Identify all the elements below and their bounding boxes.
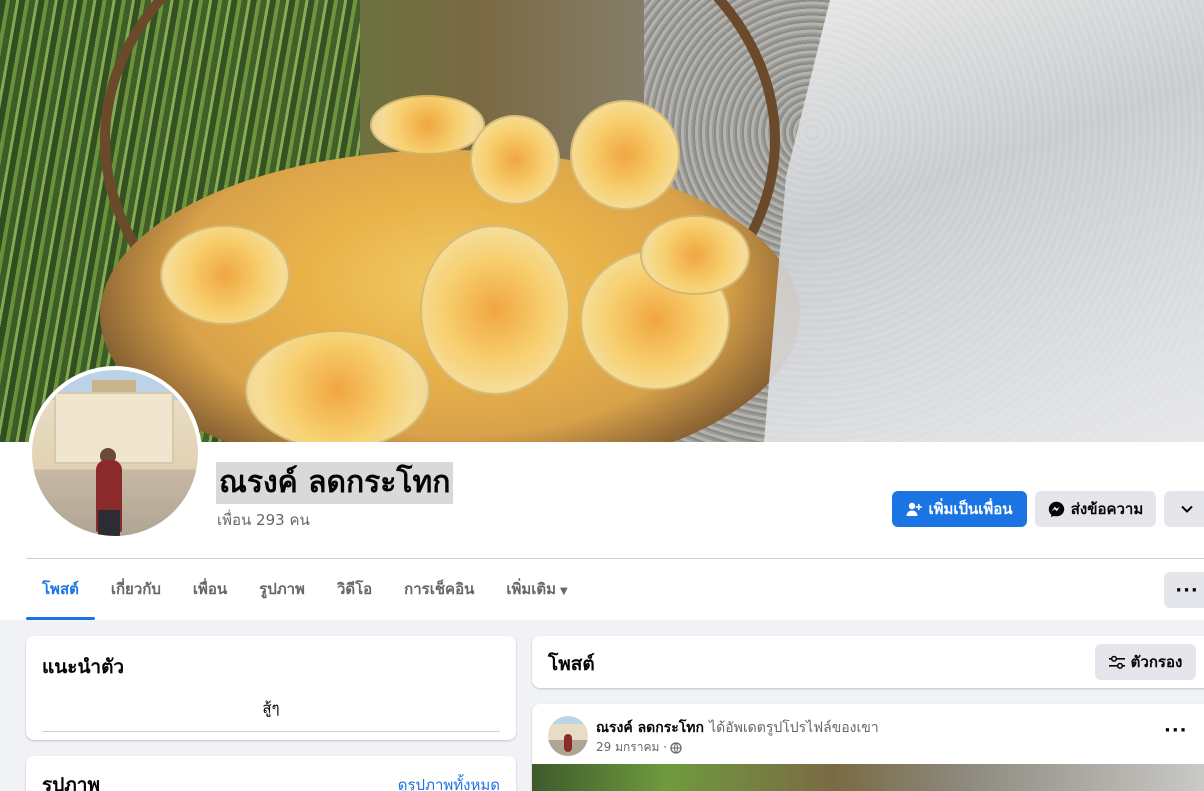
posts-header-card: โพสต์ ตัวกรอง (532, 636, 1204, 688)
filter-button[interactable]: ตัวกรอง (1095, 644, 1196, 680)
post-author-name[interactable]: ณรงค์ ลดกระโทก (596, 720, 704, 736)
profile-name: ณรงค์ ลดกระโทก (216, 462, 454, 504)
add-friend-button[interactable]: เพิ่มเป็นเพื่อน (892, 491, 1027, 527)
post-card: ณรงค์ ลดกระโทก ได้อัพเดตรูปโปรไฟล์ของเขา… (532, 704, 1204, 791)
post-action-text: ได้อัพเดตรูปโปรไฟล์ของเขา (709, 720, 879, 736)
tabs-more-options-button[interactable]: ··· (1164, 572, 1204, 608)
post-options-icon[interactable]: ··· (1164, 720, 1188, 741)
profile-tabs: โพสต์ เกี่ยวกับ เพื่อน รูปภาพ วิดีโอ การ… (26, 566, 584, 620)
messenger-icon (1048, 501, 1065, 518)
message-button[interactable]: ส่งข้อความ (1035, 491, 1156, 527)
tab-label: โพสต์ (42, 580, 79, 598)
post-image[interactable] (532, 764, 1204, 791)
intro-title: แนะนำตัว (42, 656, 125, 678)
photos-card-header: รูปภาพ ดูรูปภาพทั้งหมด (42, 770, 500, 791)
mushroom (640, 215, 750, 295)
posts-title: โพสต์ (548, 653, 595, 675)
post-author-avatar[interactable] (548, 716, 588, 756)
filter-label: ตัวกรอง (1130, 653, 1183, 671)
chevron-down-icon (1180, 502, 1194, 516)
profile-picture[interactable] (28, 366, 202, 540)
post-meta: 29 มกราคม · (596, 738, 682, 757)
tab-more[interactable]: เพิ่มเติม ▼ (490, 566, 583, 620)
tab-about[interactable]: เกี่ยวกับ (95, 566, 177, 620)
mushroom (470, 115, 560, 205)
plastic-bag (764, 0, 1204, 442)
tab-label: รูปภาพ (259, 580, 305, 598)
intro-divider (42, 731, 500, 732)
header-divider (26, 558, 1204, 559)
person-legs (98, 510, 120, 536)
tab-videos[interactable]: วิดีโอ (321, 566, 388, 620)
intro-bio: สู้ๆ (262, 699, 280, 717)
tab-label: เพิ่มเติม (506, 580, 557, 598)
tab-label: วิดีโอ (336, 580, 373, 598)
cover-photo[interactable] (0, 0, 1204, 442)
tab-label: เกี่ยวกับ (110, 580, 161, 598)
tab-label: การเช็คอิน (404, 580, 475, 598)
add-friend-icon (906, 501, 923, 517)
mushroom (245, 330, 430, 442)
message-label: ส่งข้อความ (1070, 500, 1144, 518)
more-actions-button[interactable] (1164, 491, 1204, 527)
add-friend-label: เพิ่มเป็นเพื่อน (928, 500, 1013, 518)
tab-friends[interactable]: เพื่อน (177, 566, 243, 620)
tab-label: เพื่อน (192, 580, 228, 598)
mushroom (570, 100, 680, 210)
tab-photos[interactable]: รูปภาพ (243, 566, 321, 620)
mushroom (160, 225, 290, 325)
tab-posts[interactable]: โพสต์ (26, 566, 95, 620)
intro-card: แนะนำตัว สู้ๆ (26, 636, 516, 740)
mushroom (370, 95, 485, 155)
photos-title: รูปภาพ (42, 774, 100, 791)
post-date[interactable]: 29 มกราคม · (596, 738, 667, 757)
filter-icon (1108, 655, 1125, 669)
see-all-photos-link[interactable]: ดูรูปภาพทั้งหมด (398, 773, 500, 791)
more-options-icon: ··· (1175, 579, 1199, 601)
globe-icon (670, 741, 682, 754)
photos-card: รูปภาพ ดูรูปภาพทั้งหมด (26, 756, 516, 791)
caret-down-icon: ▼ (560, 586, 568, 597)
friends-count[interactable]: เพื่อน 293 คน (217, 508, 310, 532)
mushroom (420, 225, 570, 395)
tab-checkins[interactable]: การเช็คอิน (388, 566, 490, 620)
post-header-line: ณรงค์ ลดกระโทก ได้อัพเดตรูปโปรไฟล์ของเขา (596, 717, 879, 739)
